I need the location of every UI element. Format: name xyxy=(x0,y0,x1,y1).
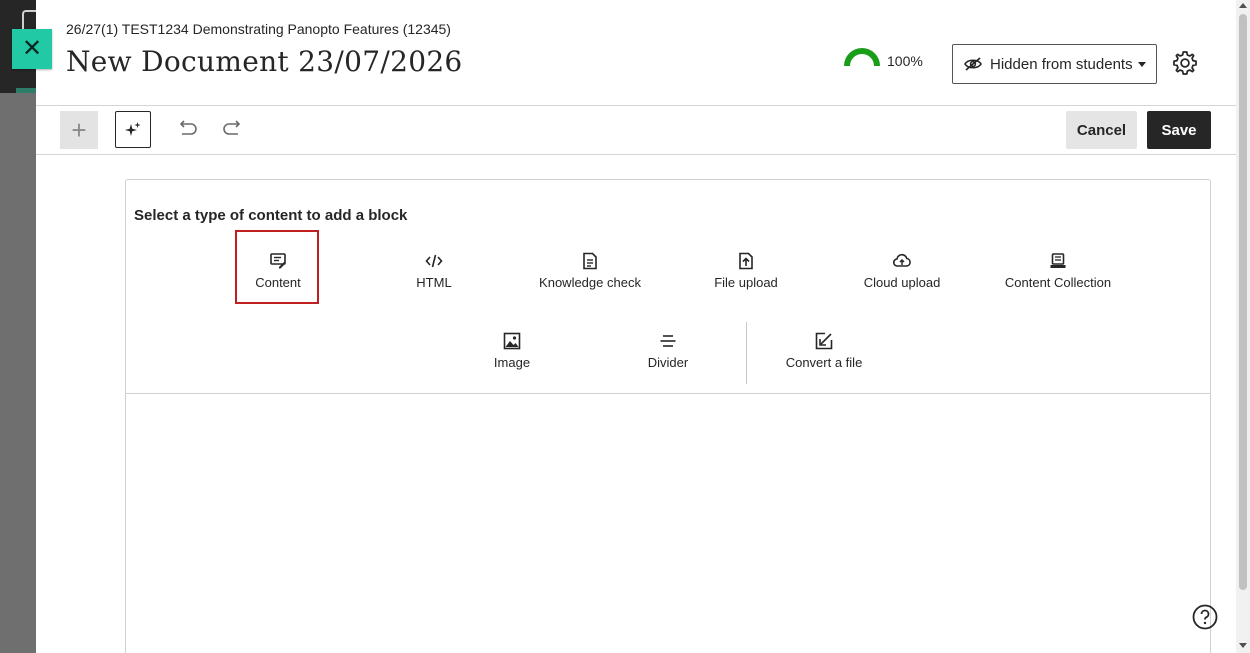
progress-label: 100% xyxy=(887,53,923,69)
block-option-label: Divider xyxy=(647,355,689,370)
block-option-content-collection[interactable]: Content Collection xyxy=(988,250,1128,310)
block-option-label: Knowledge check xyxy=(539,275,641,290)
block-option-label: Convert a file xyxy=(785,355,863,370)
block-option-file-upload[interactable]: File upload xyxy=(676,250,816,310)
file-upload-icon xyxy=(739,252,753,270)
cloud-upload-icon xyxy=(893,253,911,267)
convert-file-icon xyxy=(815,332,833,350)
scrollbar-thumb[interactable] xyxy=(1239,14,1247,590)
ai-assist-button[interactable] xyxy=(115,111,151,148)
save-button[interactable]: Save xyxy=(1147,111,1211,149)
visibility-label: Hidden from students xyxy=(990,55,1133,73)
block-option-image[interactable]: Image xyxy=(442,330,582,390)
block-option-label: Content Collection xyxy=(1004,275,1112,290)
selection-highlight xyxy=(235,230,319,304)
background-page xyxy=(0,0,36,653)
block-option-label: Cloud upload xyxy=(863,275,941,290)
eye-slash-icon xyxy=(964,57,982,71)
content-collection-icon xyxy=(1050,253,1066,268)
html-code-icon xyxy=(425,254,443,268)
card-divider xyxy=(126,393,1210,394)
knowledge-check-icon xyxy=(583,252,597,270)
divider-icon xyxy=(660,335,676,347)
chevron-down-icon xyxy=(1137,61,1146,67)
page-title: New Document 23/07/2026 xyxy=(66,45,463,78)
block-option-divider[interactable]: Divider xyxy=(598,330,738,390)
image-icon xyxy=(503,332,521,350)
redo-icon[interactable] xyxy=(222,120,244,138)
scroll-down-icon[interactable] xyxy=(1239,643,1247,648)
sparkle-icon xyxy=(125,121,141,136)
toolbar-divider xyxy=(36,154,1236,155)
header-divider xyxy=(36,105,1236,106)
option-separator xyxy=(746,322,747,384)
block-option-html[interactable]: HTML xyxy=(364,250,504,310)
cancel-button[interactable]: Cancel xyxy=(1066,111,1137,149)
block-option-knowledge-check[interactable]: Knowledge check xyxy=(520,250,660,310)
undo-icon[interactable] xyxy=(176,120,198,138)
block-option-label: Image xyxy=(493,355,531,370)
block-option-label: HTML xyxy=(416,275,452,290)
add-block-button[interactable]: + xyxy=(60,111,98,149)
block-type-prompt: Select a type of content to add a block xyxy=(134,207,408,224)
gear-icon[interactable] xyxy=(1172,50,1198,76)
close-button[interactable]: ✕ xyxy=(12,29,52,69)
visibility-dropdown[interactable]: Hidden from students xyxy=(952,44,1157,84)
help-icon[interactable] xyxy=(1192,604,1218,630)
progress-ring-icon xyxy=(844,48,880,66)
background-accent xyxy=(16,88,36,93)
block-option-convert-file[interactable]: Convert a file xyxy=(754,330,894,390)
scroll-up-icon[interactable] xyxy=(1239,3,1247,8)
breadcrumb: 26/27(1) TEST1234 Demonstrating Panopto … xyxy=(66,21,451,37)
block-option-cloud-upload[interactable]: Cloud upload xyxy=(832,250,972,310)
block-option-label: File upload xyxy=(714,275,778,290)
